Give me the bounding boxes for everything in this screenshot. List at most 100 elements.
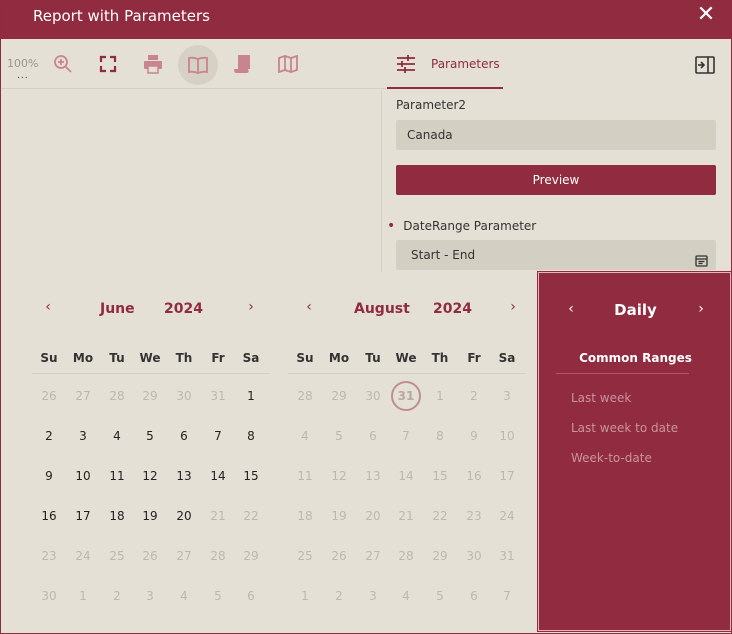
- range-item-last-week[interactable]: Last week: [571, 391, 631, 405]
- calendar-day[interactable]: 27: [66, 382, 100, 410]
- calendar-day[interactable]: 15: [423, 462, 457, 490]
- zoom-level[interactable]: 100%: [7, 57, 38, 70]
- calendar-day[interactable]: 25: [288, 542, 322, 570]
- calendar-day[interactable]: 3: [66, 422, 100, 450]
- calendar-day[interactable]: 30: [457, 542, 491, 570]
- calendar-day[interactable]: 11: [288, 462, 322, 490]
- calendar-day[interactable]: 1: [288, 582, 322, 610]
- calendar-day[interactable]: 4: [288, 422, 322, 450]
- scroll-icon[interactable]: [232, 53, 254, 75]
- calendar-day[interactable]: 16: [32, 502, 66, 530]
- preview-button[interactable]: Preview: [396, 165, 716, 195]
- calendar-day[interactable]: 21: [201, 502, 235, 530]
- calendar-day[interactable]: 30: [167, 382, 201, 410]
- calendar-day[interactable]: 3: [133, 582, 167, 610]
- calendar-day[interactable]: 9: [457, 422, 491, 450]
- calendar-day[interactable]: 22: [423, 502, 457, 530]
- calendar-day[interactable]: 15: [234, 462, 268, 490]
- calendar-day[interactable]: 10: [66, 462, 100, 490]
- calendar-day[interactable]: 31: [490, 542, 524, 570]
- calendar-year[interactable]: 2024: [164, 301, 203, 317]
- calendar-day[interactable]: 8: [423, 422, 457, 450]
- calendar-year[interactable]: 2024: [433, 301, 472, 317]
- calendar-day[interactable]: 28: [389, 542, 423, 570]
- param2-field[interactable]: Canada: [396, 120, 716, 150]
- calendar-day[interactable]: 5: [133, 422, 167, 450]
- calendar-day[interactable]: 24: [490, 502, 524, 530]
- daterange-field[interactable]: Start - End: [396, 240, 716, 270]
- calendar-day[interactable]: 17: [66, 502, 100, 530]
- calendar-day[interactable]: 19: [133, 502, 167, 530]
- calendar-day[interactable]: 18: [100, 502, 134, 530]
- calendar-day[interactable]: 23: [457, 502, 491, 530]
- chevron-right-icon[interactable]: ›: [505, 299, 521, 319]
- calendar-day-today[interactable]: 31: [389, 381, 423, 411]
- calendar-day[interactable]: 14: [201, 462, 235, 490]
- calendar-day[interactable]: 4: [100, 422, 134, 450]
- calendar-day[interactable]: 22: [234, 502, 268, 530]
- calendar-day[interactable]: 17: [490, 462, 524, 490]
- calendar-day[interactable]: 5: [423, 582, 457, 610]
- calendar-day[interactable]: 2: [32, 422, 66, 450]
- calendar-day[interactable]: 6: [457, 582, 491, 610]
- chevron-left-icon[interactable]: ‹: [301, 299, 317, 319]
- calendar-day[interactable]: 14: [389, 462, 423, 490]
- fullscreen-icon[interactable]: [97, 53, 119, 75]
- calendar-day[interactable]: 5: [201, 582, 235, 610]
- calendar-day[interactable]: 13: [356, 462, 390, 490]
- calendar-day[interactable]: 20: [356, 502, 390, 530]
- calendar-day[interactable]: 25: [100, 542, 134, 570]
- calendar-day[interactable]: 26: [32, 382, 66, 410]
- calendar-day[interactable]: 7: [490, 582, 524, 610]
- range-item-last-week-to-date[interactable]: Last week to date: [571, 421, 678, 435]
- calendar-day[interactable]: 20: [167, 502, 201, 530]
- calendar-day[interactable]: 21: [389, 502, 423, 530]
- calendar-day[interactable]: 4: [389, 582, 423, 610]
- range-item-week-to-date[interactable]: Week-to-date: [571, 451, 652, 465]
- calendar-day[interactable]: 3: [356, 582, 390, 610]
- calendar-day[interactable]: 12: [133, 462, 167, 490]
- calendar-day[interactable]: 6: [356, 422, 390, 450]
- calendar-day[interactable]: 1: [234, 382, 268, 410]
- calendar-day[interactable]: 1: [423, 382, 457, 410]
- calendar-day[interactable]: 29: [234, 542, 268, 570]
- chevron-right-icon[interactable]: ›: [693, 301, 709, 321]
- calendar-day[interactable]: 2: [457, 382, 491, 410]
- calendar-day[interactable]: 19: [322, 502, 356, 530]
- calendar-day[interactable]: 10: [490, 422, 524, 450]
- calendar-day[interactable]: 30: [32, 582, 66, 610]
- calendar-day[interactable]: 2: [322, 582, 356, 610]
- calendar-day[interactable]: 6: [167, 422, 201, 450]
- chevron-right-icon[interactable]: ›: [243, 299, 259, 319]
- map-icon[interactable]: [277, 53, 299, 75]
- calendar-day[interactable]: 3: [490, 382, 524, 410]
- calendar-day[interactable]: 28: [288, 382, 322, 410]
- calendar-day[interactable]: 1: [66, 582, 100, 610]
- calendar-day[interactable]: 28: [201, 542, 235, 570]
- calendar-day[interactable]: 23: [32, 542, 66, 570]
- calendar-day[interactable]: 8: [234, 422, 268, 450]
- calendar-day[interactable]: 16: [457, 462, 491, 490]
- panel-toggle-icon[interactable]: [695, 56, 715, 74]
- calendar-day[interactable]: 26: [322, 542, 356, 570]
- calendar-day[interactable]: 26: [133, 542, 167, 570]
- calendar-day[interactable]: 2: [100, 582, 134, 610]
- calendar-day[interactable]: 31: [201, 382, 235, 410]
- calendar-day[interactable]: 30: [356, 382, 390, 410]
- calendar-day[interactable]: 6: [234, 582, 268, 610]
- close-icon[interactable]: ✕: [695, 4, 717, 26]
- chevron-left-icon[interactable]: ‹: [40, 299, 56, 319]
- book-icon[interactable]: [178, 45, 218, 85]
- calendar-day[interactable]: 28: [100, 382, 134, 410]
- calendar-day[interactable]: 24: [66, 542, 100, 570]
- calendar-day[interactable]: 11: [100, 462, 134, 490]
- calendar-day[interactable]: 29: [133, 382, 167, 410]
- zoom-in-icon[interactable]: [52, 53, 74, 75]
- calendar-day[interactable]: 7: [201, 422, 235, 450]
- calendar-day[interactable]: 18: [288, 502, 322, 530]
- calendar-day[interactable]: 4: [167, 582, 201, 610]
- calendar-day[interactable]: 29: [423, 542, 457, 570]
- calendar-day[interactable]: 27: [167, 542, 201, 570]
- tab-parameters[interactable]: Parameters: [387, 39, 503, 89]
- print-icon[interactable]: [142, 53, 164, 75]
